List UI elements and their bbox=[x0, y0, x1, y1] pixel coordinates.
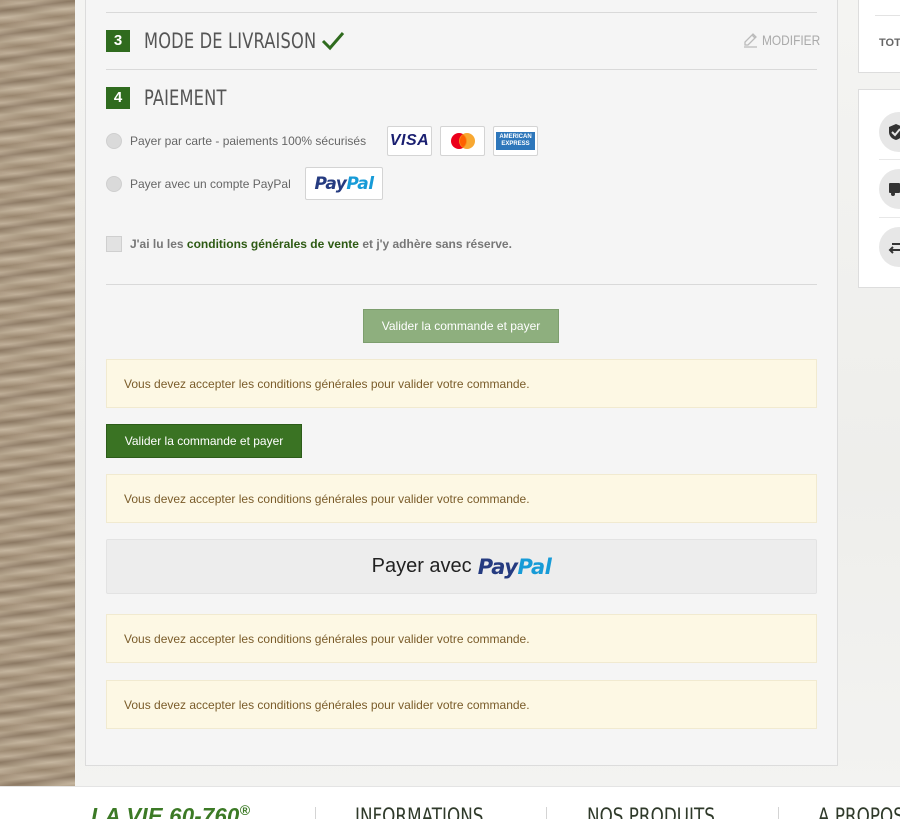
step-number: 4 bbox=[106, 87, 130, 109]
footer-brand-logo[interactable]: LA VIE 60-760® bbox=[91, 802, 250, 819]
card-payment-label[interactable]: Payer par carte - paiements 100% sécuris… bbox=[130, 134, 366, 148]
pencil-icon bbox=[744, 33, 757, 48]
total-label: TOT bbox=[879, 37, 900, 49]
footer-heading-products: NOS PRODUITS bbox=[587, 804, 715, 819]
paypal-payment-label[interactable]: Payer avec un compte PayPal bbox=[130, 177, 291, 191]
terms-warning-alert: Vous devez accepter les conditions génér… bbox=[106, 359, 817, 408]
order-summary-box: TOT bbox=[858, 0, 900, 73]
paypal-brand: PayPal bbox=[477, 554, 552, 579]
paypal-button-label: Payer avec bbox=[371, 555, 472, 577]
divider bbox=[106, 12, 817, 13]
radio-card-payment[interactable] bbox=[106, 133, 122, 149]
terms-link[interactable]: conditions générales de vente bbox=[187, 237, 359, 251]
terms-warning-alert: Vous devez accepter les conditions génér… bbox=[106, 680, 817, 729]
paypal-logo: PayPal bbox=[305, 167, 383, 200]
terms-warning-alert: Vous devez accepter les conditions génér… bbox=[106, 614, 817, 663]
paypal-checkout-button[interactable]: Payer avec PayPal bbox=[106, 539, 817, 594]
terms-label: J'ai lu les conditions générales de vent… bbox=[130, 237, 512, 251]
shield-check-icon bbox=[879, 112, 900, 152]
step-title-delivery: MODE DE LIVRAISON bbox=[144, 29, 317, 53]
terms-checkbox[interactable] bbox=[106, 236, 122, 252]
footer: LA VIE 60-760® INFORMATIONS NOS PRODUITS… bbox=[0, 786, 900, 819]
radio-paypal-payment[interactable] bbox=[106, 176, 122, 192]
checkmark-icon bbox=[321, 32, 345, 51]
truck-icon bbox=[879, 169, 900, 209]
visa-logo: VISA bbox=[387, 126, 432, 156]
step-number: 3 bbox=[106, 30, 130, 52]
modify-label: MODIFIER bbox=[762, 31, 821, 48]
validate-order-button[interactable]: Valider la commande et payer bbox=[106, 424, 302, 458]
exchange-icon bbox=[879, 227, 900, 267]
footer-heading-about: A PROPOS bbox=[818, 804, 900, 819]
reassurance-box bbox=[858, 89, 900, 288]
mastercard-logo bbox=[440, 126, 485, 156]
modify-delivery-link[interactable]: MODIFIER bbox=[742, 31, 830, 48]
background-texture bbox=[0, 0, 75, 790]
validate-order-button-disabled[interactable]: Valider la commande et payer bbox=[363, 309, 559, 343]
footer-heading-informations: INFORMATIONS bbox=[355, 804, 484, 819]
divider bbox=[106, 69, 817, 70]
step-title-payment: PAIEMENT bbox=[144, 86, 227, 110]
amex-logo: AMERICAN EXPRESS bbox=[493, 126, 538, 156]
terms-warning-alert: Vous devez accepter les conditions génér… bbox=[106, 474, 817, 523]
divider bbox=[106, 284, 817, 285]
